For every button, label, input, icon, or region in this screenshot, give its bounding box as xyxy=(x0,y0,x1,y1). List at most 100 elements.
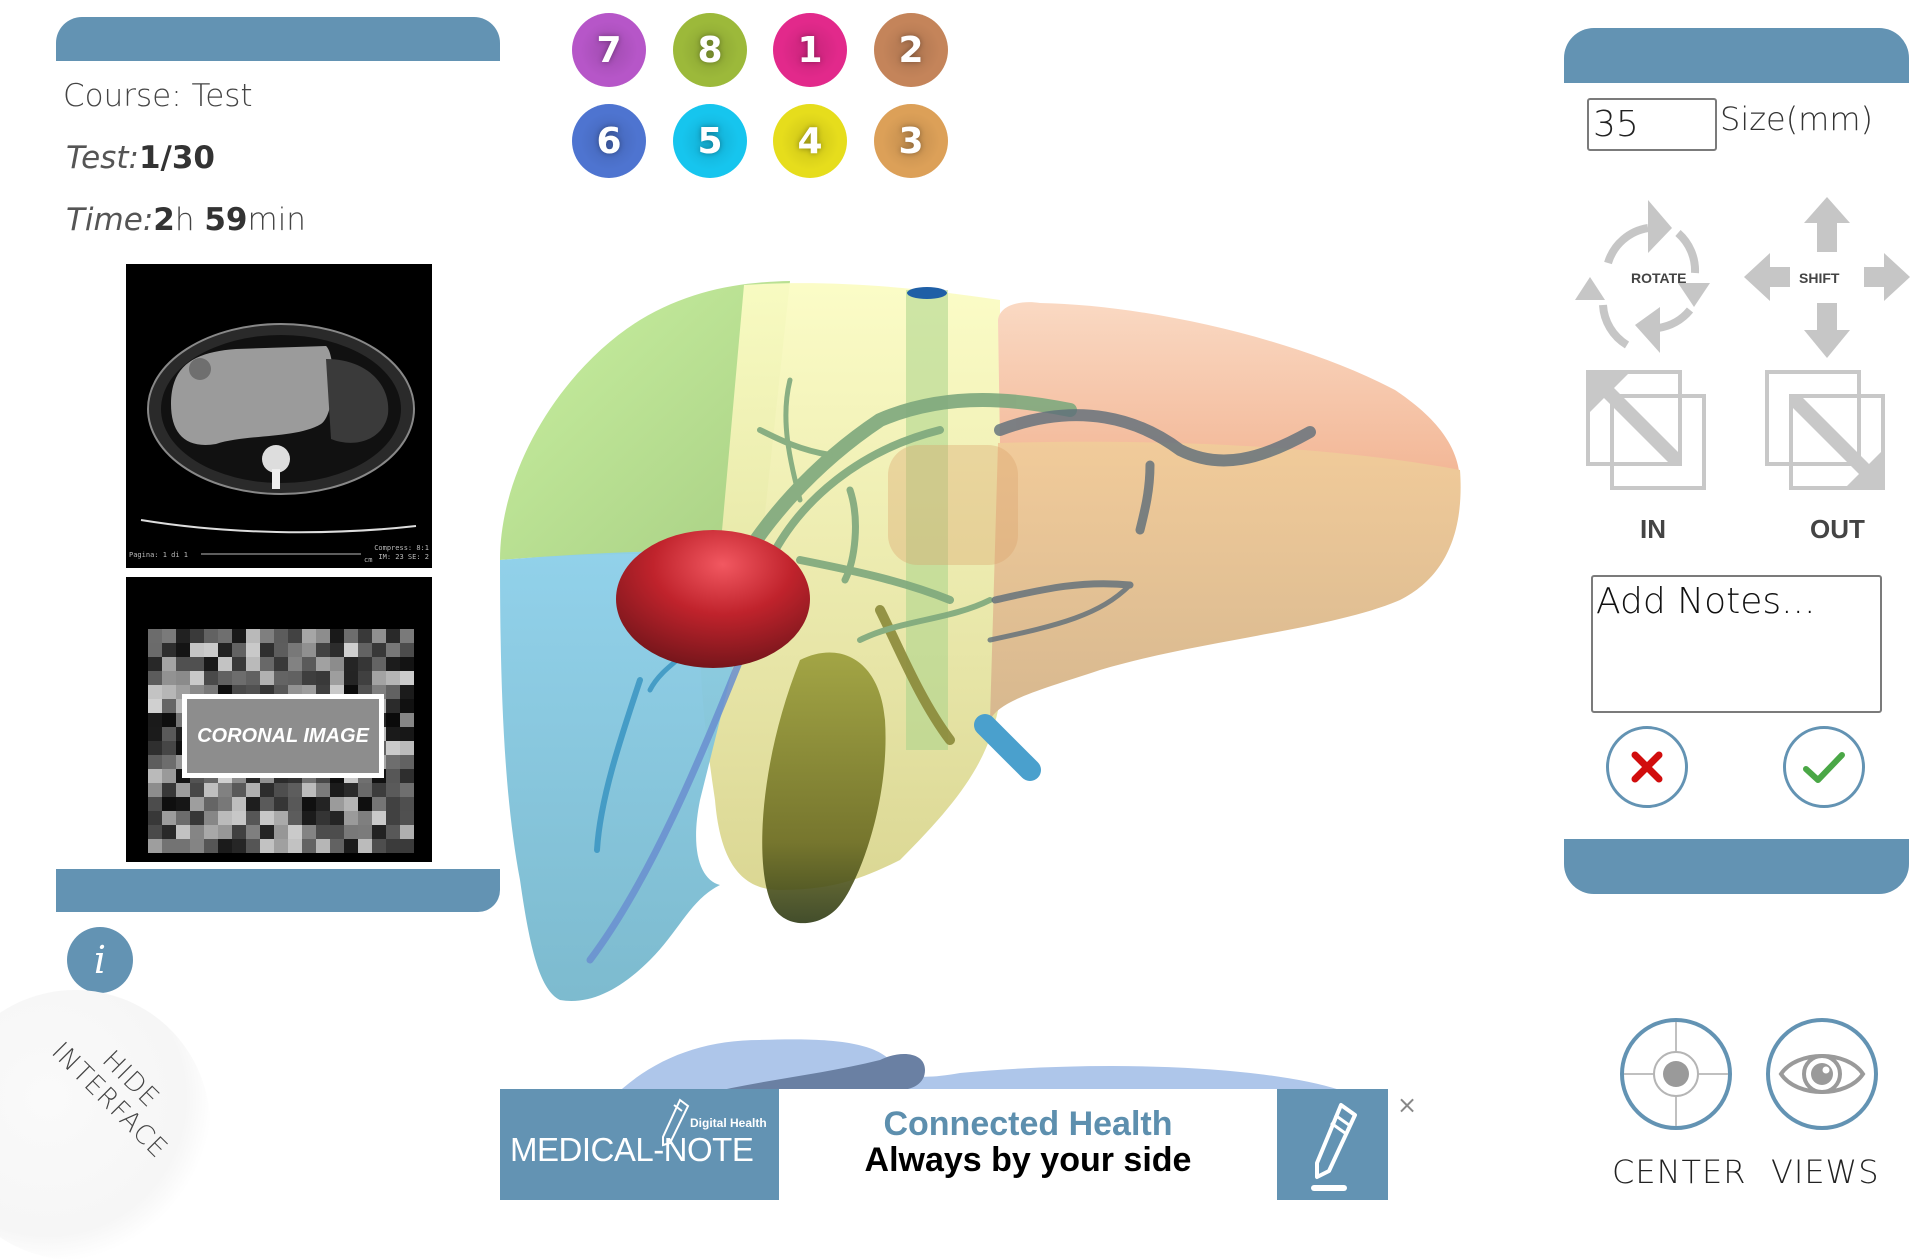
axial-ct-image[interactable]: Pagina: 1 di 1 Compress: 8:1 IM: 23 SE: … xyxy=(126,264,432,568)
coronal-pixel xyxy=(330,839,344,853)
coronal-pixel xyxy=(372,839,386,853)
time-minutes-unit: min xyxy=(247,202,306,238)
ad-banner[interactable]: Digital Health MEDICAL-NOTE Connected He… xyxy=(500,1089,1388,1200)
left-panel-footer xyxy=(56,869,500,912)
zoom-in-icon xyxy=(1586,370,1706,490)
segment-button-7[interactable]: 7 xyxy=(572,13,646,87)
coronal-pixel xyxy=(344,657,358,671)
coronal-pixel xyxy=(176,643,190,657)
coronal-pixel xyxy=(400,811,414,825)
confirm-button[interactable] xyxy=(1783,726,1865,808)
segment-button-3[interactable]: 3 xyxy=(874,104,948,178)
caudate-region xyxy=(888,445,1018,565)
coronal-pixel xyxy=(204,643,218,657)
right-panel-header xyxy=(1564,28,1909,83)
cancel-button[interactable] xyxy=(1606,726,1688,808)
coronal-pixel xyxy=(400,769,414,783)
coronal-pixel xyxy=(176,783,190,797)
course-label: Course: xyxy=(63,78,182,114)
coronal-pixel xyxy=(148,643,162,657)
size-input[interactable] xyxy=(1587,98,1717,151)
coronal-pixel xyxy=(358,825,372,839)
test-progress: Test:1/30 xyxy=(66,140,215,176)
3d-viewport[interactable] xyxy=(480,240,1540,1200)
coronal-pixel xyxy=(162,797,176,811)
coronal-pixel xyxy=(190,811,204,825)
ad-brand: MEDICAL-NOTE xyxy=(510,1131,754,1168)
tumor[interactable] xyxy=(616,530,810,668)
coronal-pixel xyxy=(288,783,302,797)
segment-button-8[interactable]: 8 xyxy=(673,13,747,87)
coronal-pixel xyxy=(316,657,330,671)
coronal-pixel xyxy=(316,783,330,797)
coronal-pixel xyxy=(232,643,246,657)
coronal-pixel xyxy=(386,657,400,671)
coronal-pixel xyxy=(400,727,414,741)
liver-segment-tan xyxy=(990,441,1461,720)
coronal-pixel xyxy=(386,727,400,741)
segment-button-4[interactable]: 4 xyxy=(773,104,847,178)
zoom-out-button[interactable] xyxy=(1765,370,1887,492)
coronal-pixel xyxy=(344,643,358,657)
coronal-pixel xyxy=(148,783,162,797)
coronal-pixel xyxy=(162,755,176,769)
coronal-pixel xyxy=(232,839,246,853)
coronal-pixel xyxy=(330,811,344,825)
segment-button-1[interactable]: 1 xyxy=(773,13,847,87)
coronal-pixel xyxy=(386,699,400,713)
coronal-pixel xyxy=(302,643,316,657)
coronal-pixel xyxy=(302,657,316,671)
ad-action-block[interactable] xyxy=(1277,1089,1388,1200)
segment-button-2[interactable]: 2 xyxy=(874,13,948,87)
checkmark-icon xyxy=(1803,752,1845,783)
coronal-pixel xyxy=(386,713,400,727)
coronal-pixel xyxy=(302,797,316,811)
segment-number: 3 xyxy=(898,120,924,162)
coronal-image[interactable]: CORONAL IMAGE xyxy=(126,577,432,862)
coronal-pixel xyxy=(162,769,176,783)
views-button[interactable] xyxy=(1766,1018,1878,1130)
coronal-pixel xyxy=(148,713,162,727)
coronal-pixel xyxy=(246,811,260,825)
coronal-pixel xyxy=(358,839,372,853)
time-remaining: Time:2h 59min xyxy=(66,202,306,238)
coronal-pixel xyxy=(190,629,204,643)
ct-page-text: Pagina: 1 di 1 xyxy=(129,551,189,559)
rotate-control[interactable]: ROTATE xyxy=(1570,195,1730,360)
coronal-pixel xyxy=(344,825,358,839)
segment-number: 1 xyxy=(797,29,823,71)
coronal-pixel xyxy=(316,629,330,643)
x-icon xyxy=(1631,751,1663,783)
ct-scale-unit: cm xyxy=(364,556,373,564)
coronal-pixel xyxy=(386,755,400,769)
segment-button-6[interactable]: 6 xyxy=(572,104,646,178)
center-button[interactable] xyxy=(1620,1018,1732,1130)
info-button[interactable]: i xyxy=(67,927,133,993)
coronal-pixel xyxy=(372,797,386,811)
coronal-pixel xyxy=(246,825,260,839)
segment-button-5[interactable]: 5 xyxy=(673,104,747,178)
zoom-in-button[interactable] xyxy=(1586,370,1708,492)
ad-headline: Connected Health xyxy=(883,1105,1173,1143)
coronal-pixel xyxy=(330,825,344,839)
coronal-pixel xyxy=(288,643,302,657)
coronal-pixel xyxy=(330,629,344,643)
coronal-pixel xyxy=(232,671,246,685)
coronal-pixel xyxy=(148,741,162,755)
coronal-pixel xyxy=(232,797,246,811)
coronal-pixel xyxy=(400,713,414,727)
ad-close-button[interactable]: × xyxy=(1392,1090,1422,1120)
coronal-pixel xyxy=(302,671,316,685)
coronal-pixel xyxy=(372,825,386,839)
coronal-pixel xyxy=(316,825,330,839)
segment-number: 2 xyxy=(898,29,924,71)
segment-number: 7 xyxy=(596,29,622,71)
coronal-pixel xyxy=(246,643,260,657)
coronal-pixel xyxy=(386,629,400,643)
coronal-pixel xyxy=(302,839,316,853)
coronal-pixel xyxy=(288,671,302,685)
coronal-pixel xyxy=(302,629,316,643)
notes-input[interactable] xyxy=(1591,575,1882,713)
shift-control[interactable]: SHIFT xyxy=(1742,195,1912,360)
coronal-pixel xyxy=(246,657,260,671)
